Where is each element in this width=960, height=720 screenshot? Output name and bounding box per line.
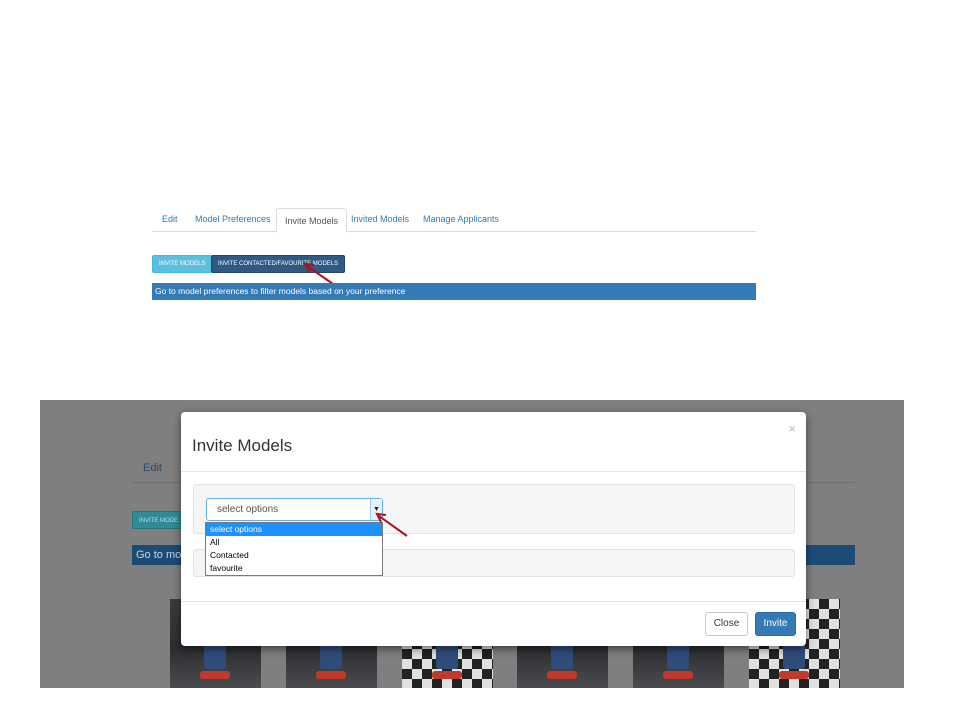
tab-invite-models[interactable]: Invite Models: [276, 208, 348, 233]
modal-footer-divider: [181, 601, 806, 602]
tab-manage-applicants[interactable]: Manage Applicants: [423, 207, 499, 231]
nav-tabs: Edit Model Preferences Invite Models Inv…: [152, 207, 756, 233]
option-favourite[interactable]: favourite: [206, 562, 382, 575]
option-contacted[interactable]: Contacted: [206, 549, 382, 562]
red-arrow-icon: [375, 512, 408, 537]
modal-title: Invite Models: [192, 436, 293, 455]
tab-invited-models[interactable]: Invited Models: [351, 207, 409, 231]
background-tab-edit: Edit: [143, 462, 162, 474]
select-value: select options: [217, 504, 279, 515]
options-select[interactable]: select options ▼: [206, 498, 383, 521]
invite-models-modal: Invite Models × select options ▼ select …: [181, 412, 806, 646]
tab-edit[interactable]: Edit: [162, 207, 178, 231]
info-bar: Go to model preferences to filter models…: [152, 283, 756, 300]
invite-button[interactable]: Invite: [755, 612, 796, 636]
modal-screenshot: Edit INVITE MODE Go to mod Invite Models…: [40, 400, 904, 688]
tab-model-preferences[interactable]: Model Preferences: [195, 207, 271, 231]
options-dropdown: select options All Contacted favourite: [205, 522, 383, 576]
modal-header-divider: [181, 471, 806, 472]
option-all[interactable]: All: [206, 536, 382, 549]
close-button[interactable]: Close: [705, 612, 748, 636]
option-select-options[interactable]: select options: [206, 523, 382, 536]
close-icon[interactable]: ×: [788, 421, 796, 436]
invite-models-button[interactable]: INVITE MODELS: [152, 255, 213, 273]
